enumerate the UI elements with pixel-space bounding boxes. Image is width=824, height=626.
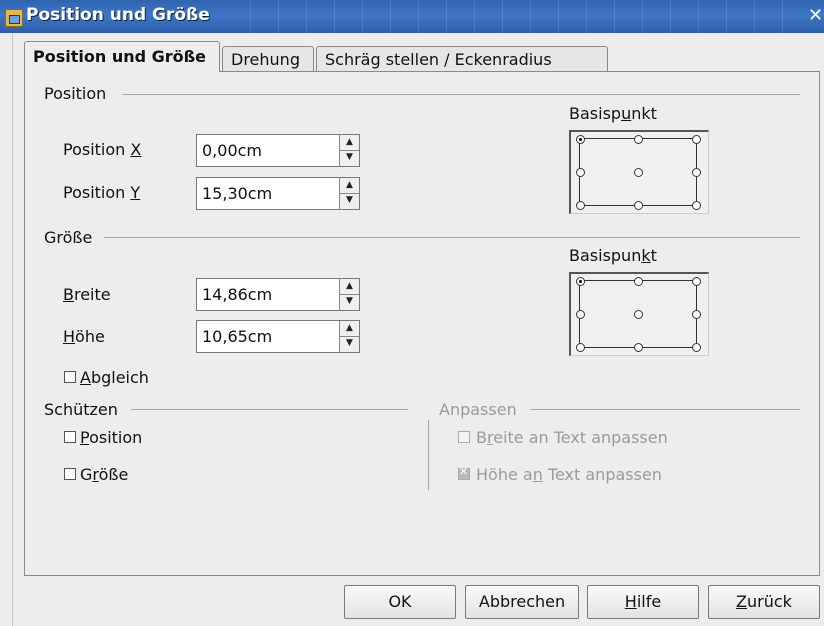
basis-point-middle-left[interactable] (576, 168, 585, 177)
section-schuetzen-title: Schützen (44, 400, 118, 419)
schuetzen-groesse-checkbox[interactable] (64, 468, 76, 480)
basispunkt-groesse-label: Basispunkt (569, 246, 657, 265)
basis-point-bottom-right[interactable] (692, 201, 701, 210)
spin-up-icon[interactable]: ▲ (340, 321, 359, 337)
section-schuetzen-divider (131, 409, 408, 410)
basis-point-bottom-center[interactable] (634, 343, 643, 352)
basis-point-top-right[interactable] (692, 135, 701, 144)
section-position-divider (122, 94, 800, 95)
basispunkt-position-label: Basispunkt (569, 104, 657, 123)
position-x-field[interactable]: 0,00cm ▲ ▼ (196, 134, 360, 167)
spin-down-icon[interactable]: ▼ (340, 193, 359, 208)
section-position-title: Position (44, 84, 107, 103)
basis-point-middle-left[interactable] (576, 310, 585, 319)
section-anpassen-divider (530, 409, 800, 410)
spin-down-icon[interactable]: ▼ (340, 150, 359, 165)
tab-position-und-groesse[interactable]: Position und Größe (24, 41, 220, 72)
basis-point-center[interactable] (634, 168, 643, 177)
basis-point-bottom-left[interactable] (576, 201, 585, 210)
basis-point-top-right[interactable] (692, 277, 701, 286)
basis-point-top-center[interactable] (634, 135, 643, 144)
breite-value[interactable]: 14,86cm (202, 285, 272, 304)
dialog-app-icon (5, 9, 23, 27)
hoehe-an-text-anpassen-label[interactable]: Höhe an Text anpassen (476, 465, 662, 484)
section-anpassen-title: Anpassen (439, 400, 517, 419)
abgleich-checkbox[interactable] (64, 371, 76, 383)
schuetzen-groesse-label[interactable]: Größe (80, 465, 128, 484)
basispunkt-groesse-selector[interactable] (569, 272, 709, 356)
position-x-value[interactable]: 0,00cm (202, 141, 262, 160)
basis-point-bottom-right[interactable] (692, 343, 701, 352)
dialog-left-border (0, 33, 13, 626)
basispunkt-position-selector[interactable] (569, 130, 709, 214)
spin-down-icon[interactable]: ▼ (340, 294, 359, 309)
spin-up-icon[interactable]: ▲ (340, 135, 359, 151)
section-groesse-title: Größe (44, 228, 93, 247)
hoehe-label: Höhe (63, 327, 105, 346)
schuetzen-position-label[interactable]: Position (80, 428, 142, 447)
close-icon[interactable]: ✕ (808, 5, 823, 26)
hoehe-an-text-anpassen-checkbox[interactable] (458, 465, 470, 480)
hoehe-value[interactable]: 10,65cm (202, 327, 272, 346)
cancel-button[interactable]: Abbrechen (465, 585, 579, 619)
basis-point-top-center[interactable] (634, 277, 643, 286)
basis-point-top-left[interactable] (576, 135, 585, 144)
basis-point-bottom-center[interactable] (634, 201, 643, 210)
section-groesse-divider (104, 237, 800, 238)
basis-point-center[interactable] (634, 310, 643, 319)
spin-up-icon[interactable]: ▲ (340, 178, 359, 194)
basis-point-bottom-left[interactable] (576, 343, 585, 352)
position-y-field[interactable]: 15,30cm ▲ ▼ (196, 177, 360, 210)
tab-schraeg-stellen[interactable]: Schräg stellen / Eckenradius (316, 46, 608, 72)
help-button[interactable]: Hilfe (587, 585, 699, 619)
vertical-divider (428, 420, 429, 490)
basis-point-middle-right[interactable] (692, 310, 701, 319)
abgleich-label[interactable]: Abgleich (80, 368, 149, 387)
spin-up-icon[interactable]: ▲ (340, 279, 359, 295)
breite-an-text-anpassen-checkbox[interactable] (458, 431, 470, 443)
ok-button[interactable]: OK (344, 585, 456, 619)
basis-point-top-left[interactable] (576, 277, 585, 286)
hoehe-field[interactable]: 10,65cm ▲ ▼ (196, 320, 360, 353)
schuetzen-position-checkbox[interactable] (64, 431, 76, 443)
reset-button[interactable]: Zurück (708, 585, 820, 619)
breite-field[interactable]: 14,86cm ▲ ▼ (196, 278, 360, 311)
tab-drehung[interactable]: Drehung (222, 46, 314, 72)
breite-an-text-anpassen-label[interactable]: Breite an Text anpassen (476, 428, 668, 447)
breite-label: Breite (63, 285, 111, 304)
window-title: Position und Größe (26, 5, 210, 25)
position-y-value[interactable]: 15,30cm (202, 184, 272, 203)
basis-point-middle-right[interactable] (692, 168, 701, 177)
spin-down-icon[interactable]: ▼ (340, 336, 359, 351)
position-x-label: Position X (63, 140, 142, 159)
position-y-label: Position Y (63, 183, 141, 202)
